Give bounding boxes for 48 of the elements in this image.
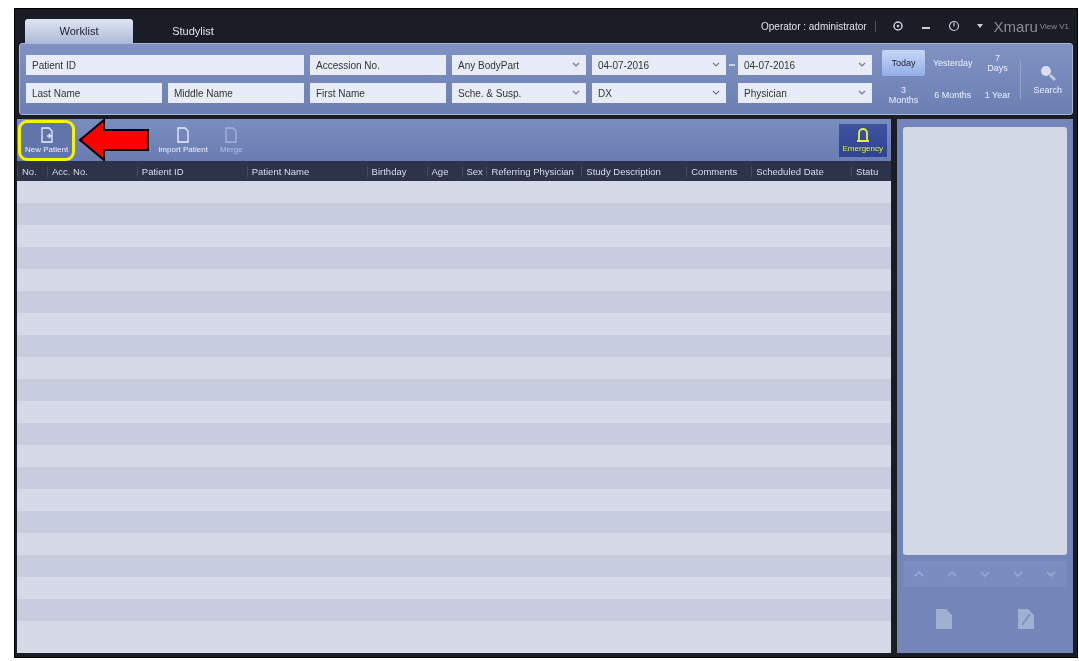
column-header[interactable]: Age	[426, 165, 462, 177]
search-icon	[1038, 63, 1057, 82]
column-header[interactable]: Patient ID	[136, 165, 247, 177]
date-range-button[interactable]: Today	[882, 50, 925, 76]
chevron-down-icon	[572, 90, 580, 96]
column-header[interactable]: Birthday	[366, 165, 427, 177]
column-header[interactable]: Sex	[461, 165, 487, 177]
settings-icon[interactable]	[891, 20, 904, 32]
column-header[interactable]: No.	[17, 165, 47, 177]
column-header[interactable]: Scheduled Date	[751, 165, 852, 177]
dropdown-field[interactable]: DX	[592, 83, 726, 103]
column-header[interactable]: Referring Physician	[486, 165, 582, 177]
text-field[interactable]: Middle Name	[168, 83, 304, 103]
column-header[interactable]: Study Description	[581, 165, 687, 177]
tab[interactable]: Worklist	[25, 19, 133, 43]
document-icon[interactable]	[933, 606, 955, 632]
text-field[interactable]: Last Name	[26, 83, 162, 103]
text-field[interactable]: First Name	[310, 83, 446, 103]
toolbar-button[interactable]: New Patient	[21, 122, 73, 158]
logo-version: View V1	[1039, 21, 1069, 31]
text-field[interactable]: Patient ID	[26, 55, 304, 75]
dropdown-field[interactable]: Sche. & Susp.	[452, 83, 586, 103]
chevron-down-icon	[712, 62, 720, 68]
column-header[interactable]: Comments	[686, 165, 752, 177]
toolbar-button[interactable]: Import Patient	[154, 122, 212, 158]
column-header[interactable]: Acc. No.	[46, 165, 137, 177]
logo: Xmaru	[993, 17, 1038, 35]
power-icon[interactable]	[947, 20, 960, 32]
text-field[interactable]: Accession No.	[310, 55, 446, 75]
emergency-button[interactable]: Emergency	[838, 123, 887, 157]
chevron-down-icon	[858, 62, 866, 68]
dropdown-field[interactable]: Any BodyPart	[452, 55, 586, 75]
dropdown-field[interactable]: 04-07-2016	[738, 55, 872, 75]
bell-icon	[856, 127, 869, 142]
column-header[interactable]: Patient Name	[246, 165, 367, 177]
dropdown-field[interactable]: 04-07-2016	[592, 55, 726, 75]
add-document-icon	[39, 126, 54, 143]
dropdown-icon[interactable]	[975, 22, 984, 30]
tab[interactable]: Studylist	[139, 19, 247, 43]
chevron-down-icon	[858, 90, 866, 96]
document-icon	[224, 126, 239, 143]
chevron-down-icon	[572, 62, 580, 68]
column-header[interactable]: Statu	[851, 165, 891, 177]
chevron-down-icon	[712, 90, 720, 96]
dropdown-field[interactable]: Physician	[738, 83, 872, 103]
document-icon	[176, 126, 191, 143]
operator-label: Operator : administrator	[761, 20, 876, 32]
edit-document-icon[interactable]	[1015, 606, 1037, 632]
